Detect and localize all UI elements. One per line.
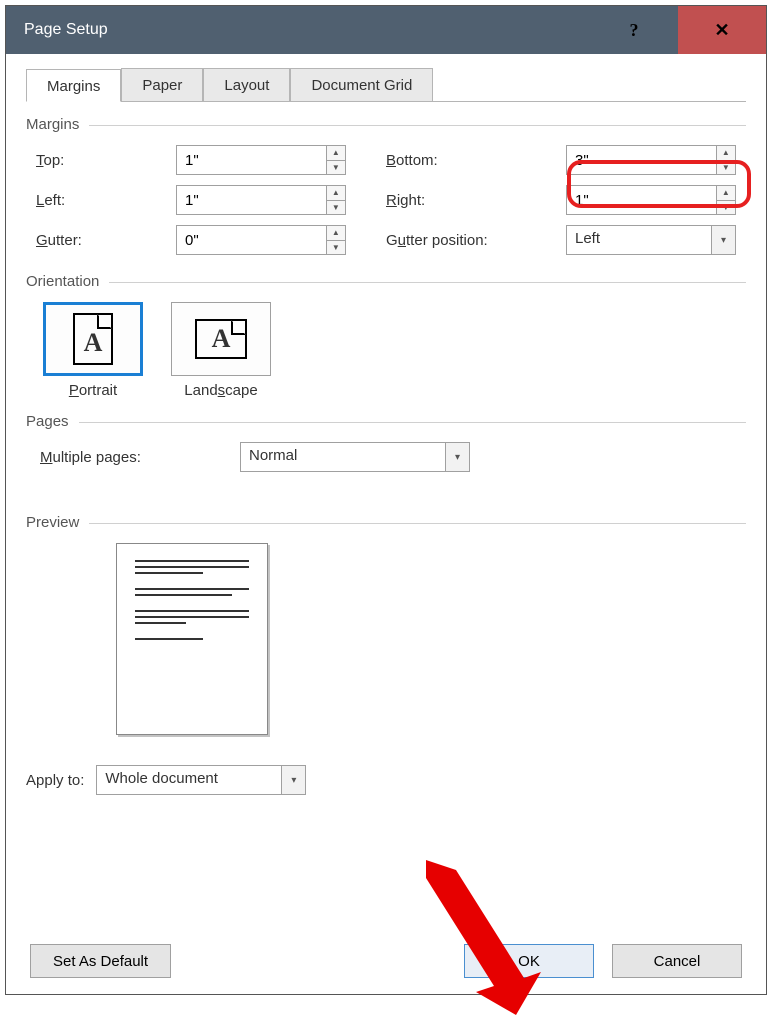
chevron-down-icon[interactable]: ▼: [327, 201, 345, 215]
chevron-down-icon[interactable]: ▾: [711, 226, 735, 254]
gutter-input[interactable]: [177, 226, 326, 254]
section-margins: Margins: [26, 116, 746, 133]
preview-thumbnail: [116, 543, 268, 735]
chevron-down-icon[interactable]: ▾: [281, 766, 305, 794]
tab-layout[interactable]: Layout: [203, 68, 290, 101]
help-button[interactable]: ?: [590, 6, 678, 54]
chevron-up-icon[interactable]: ▲: [717, 186, 735, 201]
bottom-spinner[interactable]: ▲ ▼: [566, 145, 736, 175]
close-icon: ✕: [714, 20, 729, 41]
ok-button[interactable]: OK: [464, 944, 594, 978]
bottom-stepper[interactable]: ▲ ▼: [716, 146, 735, 174]
right-label: Right:: [386, 192, 566, 209]
multiple-pages-value: Normal: [241, 443, 445, 471]
chevron-up-icon[interactable]: ▲: [327, 146, 345, 161]
pages-row: Multiple pages: Normal ▾: [26, 442, 746, 472]
top-input[interactable]: [177, 146, 326, 174]
chevron-down-icon[interactable]: ▼: [327, 241, 345, 255]
orientation-row: A Portrait A Landscape: [26, 302, 746, 399]
margins-grid: Top: ▲ ▼ Bottom: ▲ ▼ Left:: [26, 145, 746, 255]
left-stepper[interactable]: ▲ ▼: [326, 186, 345, 214]
section-preview: Preview: [26, 514, 746, 531]
gutter-stepper[interactable]: ▲ ▼: [326, 226, 345, 254]
orientation-landscape[interactable]: A Landscape: [168, 302, 274, 399]
bottom-label: Bottom:: [386, 152, 566, 169]
dialog-body: Margins Paper Layout Document Grid Margi…: [6, 54, 766, 994]
chevron-down-icon[interactable]: ▼: [327, 161, 345, 175]
apply-to-value: Whole document: [97, 766, 281, 794]
section-margins-label: Margins: [26, 116, 89, 133]
apply-to-label: Apply to:: [26, 772, 84, 789]
chevron-up-icon[interactable]: ▲: [327, 186, 345, 201]
gutter-spinner[interactable]: ▲ ▼: [176, 225, 346, 255]
gutter-pos-value: Left: [567, 226, 711, 254]
set-as-default-button[interactable]: Set As Default: [30, 944, 171, 978]
titlebar: Page Setup ? ✕: [6, 6, 766, 54]
button-bar: Set As Default OK Cancel: [26, 930, 746, 994]
chevron-up-icon[interactable]: ▲: [327, 226, 345, 241]
section-orientation: Orientation: [26, 273, 746, 290]
page-setup-dialog: Page Setup ? ✕ Margins Paper Layout Docu…: [5, 5, 767, 995]
gutter-pos-label: Gutter position:: [386, 232, 566, 249]
chevron-up-icon[interactable]: ▲: [717, 146, 735, 161]
divider: [79, 422, 746, 423]
section-preview-label: Preview: [26, 514, 89, 531]
right-input[interactable]: [567, 186, 716, 214]
orientation-portrait[interactable]: A Portrait: [40, 302, 146, 399]
top-label: Top:: [36, 152, 176, 169]
divider: [89, 523, 746, 524]
section-pages: Pages: [26, 413, 746, 430]
tab-paper[interactable]: Paper: [121, 68, 203, 101]
bottom-input[interactable]: [567, 146, 716, 174]
left-label: Left:: [36, 192, 176, 209]
tab-strip: Margins Paper Layout Document Grid: [26, 68, 746, 102]
section-pages-label: Pages: [26, 413, 79, 430]
portrait-label: Portrait: [69, 382, 117, 399]
right-spinner[interactable]: ▲ ▼: [566, 185, 736, 215]
multiple-pages-label: Multiple pages:: [40, 449, 210, 466]
landscape-label: Landscape: [184, 382, 257, 399]
left-spinner[interactable]: ▲ ▼: [176, 185, 346, 215]
dialog-title: Page Setup: [6, 21, 590, 39]
tab-margins[interactable]: Margins: [26, 69, 121, 102]
portrait-icon: A: [43, 302, 143, 376]
multiple-pages-combo[interactable]: Normal ▾: [240, 442, 470, 472]
divider: [89, 125, 746, 126]
apply-to-row: Apply to: Whole document ▾: [26, 765, 746, 795]
chevron-down-icon[interactable]: ▼: [717, 201, 735, 215]
chevron-down-icon[interactable]: ▼: [717, 161, 735, 175]
cancel-button[interactable]: Cancel: [612, 944, 742, 978]
tab-document-grid[interactable]: Document Grid: [290, 68, 433, 101]
gutter-label: Gutter:: [36, 232, 176, 249]
close-button[interactable]: ✕: [678, 6, 766, 54]
chevron-down-icon[interactable]: ▾: [445, 443, 469, 471]
left-input[interactable]: [177, 186, 326, 214]
apply-to-combo[interactable]: Whole document ▾: [96, 765, 306, 795]
section-orientation-label: Orientation: [26, 273, 109, 290]
divider: [109, 282, 746, 283]
right-stepper[interactable]: ▲ ▼: [716, 186, 735, 214]
top-spinner[interactable]: ▲ ▼: [176, 145, 346, 175]
landscape-icon: A: [171, 302, 271, 376]
top-stepper[interactable]: ▲ ▼: [326, 146, 345, 174]
gutter-pos-combo[interactable]: Left ▾: [566, 225, 736, 255]
